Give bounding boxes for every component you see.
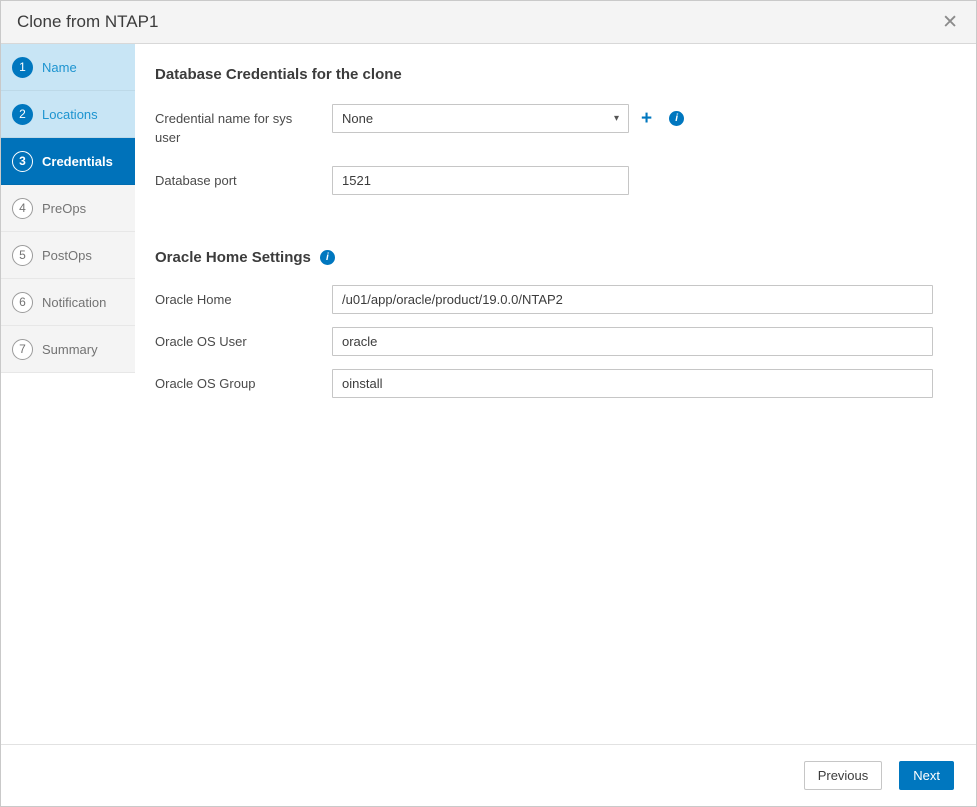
close-icon[interactable]: ✕: [942, 13, 958, 32]
db-credentials-heading: Database Credentials for the clone: [155, 66, 952, 83]
oracle-home-row: Oracle Home: [155, 284, 952, 314]
credential-name-select[interactable]: None ▾: [332, 104, 629, 133]
add-credential-button[interactable]: +: [641, 104, 652, 133]
step-number-badge: 1: [12, 56, 33, 78]
oracle-home-heading: Oracle Home Settings i: [155, 249, 952, 266]
step-number-badge: 7: [12, 338, 33, 360]
database-port-input[interactable]: [332, 165, 629, 195]
credential-name-value: None: [342, 111, 374, 126]
previous-button[interactable]: Previous: [803, 761, 883, 790]
step-label: Summary: [42, 341, 98, 357]
oracle-os-group-row: Oracle OS Group: [155, 368, 952, 398]
oracle-os-user-input[interactable]: [332, 326, 933, 356]
step-label: PreOps: [42, 200, 87, 216]
credential-name-row: Credential name for sys user None ▾ + i: [155, 104, 952, 148]
oracle-os-group-input[interactable]: [332, 368, 933, 398]
db-credentials-heading-text: Database Credentials for the clone: [155, 66, 402, 83]
dialog-title: Clone from NTAP1: [17, 12, 159, 31]
database-port-label: Database port: [155, 172, 237, 188]
dialog-body: 1 Name 2 Locations 3 Credentials 4 PreOp…: [1, 44, 976, 744]
dialog-footer: Previous Next: [1, 744, 976, 806]
clone-wizard-dialog: Clone from NTAP1 ✕ 1 Name 2 Locations 3 …: [0, 0, 977, 807]
credential-info-icon[interactable]: i: [669, 111, 685, 126]
titlebar: Clone from NTAP1 ✕: [1, 1, 976, 44]
oracle-home-label: Oracle Home: [155, 291, 232, 307]
sidebar-item-locations[interactable]: 2 Locations: [1, 91, 135, 138]
credentials-step-content: Database Credentials for the clone Crede…: [135, 44, 976, 744]
database-port-row: Database port: [155, 165, 952, 195]
sidebar-item-notification[interactable]: 6 Notification: [1, 279, 135, 326]
step-label: Credentials: [42, 153, 113, 169]
step-label: Notification: [42, 294, 107, 310]
sidebar-item-preops[interactable]: 4 PreOps: [1, 185, 135, 232]
step-number-badge: 2: [12, 103, 33, 125]
oracle-os-user-row: Oracle OS User: [155, 326, 952, 356]
chevron-down-icon: ▾: [613, 113, 619, 124]
step-label: PostOps: [42, 247, 92, 263]
step-label: Locations: [42, 106, 98, 122]
credential-name-label: Credential name for sys user: [155, 111, 293, 145]
wizard-steps-sidebar: 1 Name 2 Locations 3 Credentials 4 PreOp…: [1, 44, 135, 744]
step-number-badge: 6: [12, 291, 33, 313]
step-number-badge: 3: [12, 150, 33, 172]
sidebar-item-postops[interactable]: 5 PostOps: [1, 232, 135, 279]
sidebar-item-credentials[interactable]: 3 Credentials: [1, 138, 135, 185]
oracle-home-info-icon[interactable]: i: [319, 249, 335, 265]
step-label: Name: [42, 59, 77, 75]
step-number-badge: 5: [12, 244, 33, 266]
step-number-badge: 4: [12, 197, 33, 219]
oracle-home-input[interactable]: [332, 284, 933, 314]
sidebar-item-name[interactable]: 1 Name: [1, 44, 135, 91]
oracle-os-group-label: Oracle OS Group: [155, 375, 256, 391]
oracle-home-heading-text: Oracle Home Settings: [155, 248, 311, 266]
next-button[interactable]: Next: [899, 761, 954, 790]
sidebar-item-summary[interactable]: 7 Summary: [1, 326, 135, 373]
oracle-os-user-label: Oracle OS User: [155, 333, 247, 349]
